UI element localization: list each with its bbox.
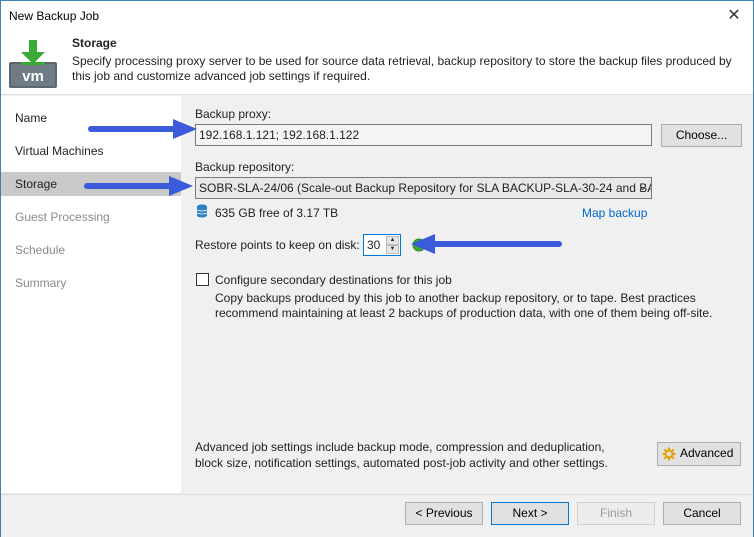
arrow-annotation-repository xyxy=(84,176,193,196)
advanced-settings-description: Advanced job settings include backup mod… xyxy=(195,440,608,470)
backup-job-window: New Backup Job ✕ vm Storage Specify proc… xyxy=(0,0,754,537)
advanced-button[interactable]: Advanced xyxy=(657,442,741,466)
page-description: Specify processing proxy server to be us… xyxy=(72,54,732,83)
stepper-up-icon[interactable]: ▲ xyxy=(386,236,399,245)
gear-icon xyxy=(662,447,676,461)
repository-label: Backup repository: xyxy=(195,160,295,174)
restore-points-value: 30 xyxy=(367,238,381,252)
restore-points-stepper[interactable]: 30 ▲ ▼ xyxy=(363,234,401,256)
next-button[interactable]: Next > xyxy=(491,502,569,525)
map-backup-link[interactable]: Map backup xyxy=(582,206,647,220)
secondary-destinations-label[interactable]: Configure secondary destinations for thi… xyxy=(215,273,452,287)
svg-text:vm: vm xyxy=(22,68,44,85)
secondary-destinations-checkbox[interactable] xyxy=(196,273,209,286)
cancel-button[interactable]: Cancel xyxy=(663,502,741,525)
finish-button: Finish xyxy=(577,502,655,525)
storage-settings-panel: Backup proxy: 192.168.1.121; 192.168.1.1… xyxy=(182,96,753,493)
sidebar-item-guest-processing: Guest Processing xyxy=(15,210,110,224)
chevron-down-icon: ⌄ xyxy=(638,182,647,193)
stepper-buttons: ▲ ▼ xyxy=(386,236,399,254)
arrow-annotation-restore-points xyxy=(411,234,562,254)
wizard-header: vm Storage Specify processing proxy serv… xyxy=(1,32,753,95)
close-icon[interactable]: ✕ xyxy=(725,7,743,25)
page-title: Storage xyxy=(72,36,117,50)
title-bar: New Backup Job ✕ xyxy=(1,1,753,32)
repository-selected-value: SOBR-SLA-24/06 (Scale-out Backup Reposit… xyxy=(199,181,652,195)
wizard-steps-sidebar: Name Virtual Machines Storage Guest Proc… xyxy=(1,96,181,493)
proxy-field[interactable]: 192.168.1.121; 192.168.1.122 xyxy=(195,124,652,146)
vm-backup-icon: vm xyxy=(9,40,57,88)
proxy-label: Backup proxy: xyxy=(195,107,272,121)
window-title: New Backup Job xyxy=(9,9,100,23)
arrow-annotation-proxy xyxy=(88,119,197,139)
advanced-button-label: Advanced xyxy=(680,446,734,460)
wizard-footer: < Previous Next > Finish Cancel xyxy=(1,494,753,537)
restore-points-label: Restore points to keep on disk: xyxy=(195,238,360,252)
free-space-text: 635 GB free of 3.17 TB xyxy=(215,206,339,220)
choose-proxy-button[interactable]: Choose... xyxy=(661,124,742,147)
sidebar-item-summary: Summary xyxy=(15,276,67,290)
sidebar-item-virtual-machines[interactable]: Virtual Machines xyxy=(1,139,181,163)
stepper-down-icon[interactable]: ▼ xyxy=(386,245,399,254)
previous-button[interactable]: < Previous xyxy=(405,502,483,525)
secondary-destinations-description: Copy backups produced by this job to ano… xyxy=(215,291,713,320)
repository-select[interactable]: SOBR-SLA-24/06 (Scale-out Backup Reposit… xyxy=(195,177,652,199)
database-icon xyxy=(196,204,208,218)
sidebar-item-schedule: Schedule xyxy=(15,243,66,257)
